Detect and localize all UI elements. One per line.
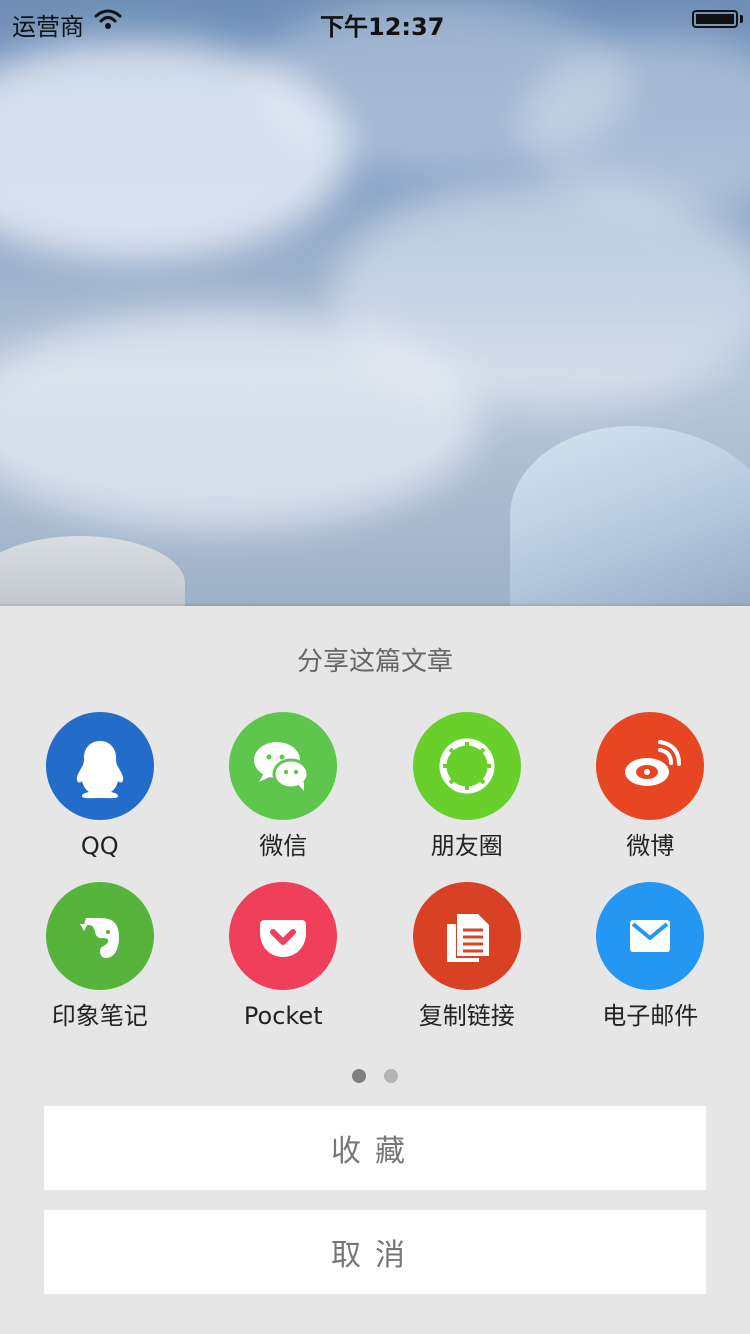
share-label-qq: QQ (80, 832, 119, 860)
wechat-icon[interactable] (229, 712, 338, 820)
share-option-moments[interactable]: 朋友圈 (375, 712, 559, 882)
battery-icon (692, 10, 738, 28)
share-option-evernote[interactable]: 印象笔记 (8, 882, 192, 1052)
status-bar: 运营商 下午12:37 (0, 0, 750, 41)
cancel-button[interactable]: 取消 (44, 1210, 706, 1294)
share-label-email: 电子邮件 (602, 1002, 699, 1030)
page-dot-inactive (384, 1069, 398, 1083)
carrier-label: 运营商 (12, 13, 84, 41)
share-label-pocket: Pocket (243, 1002, 323, 1030)
battery-level (696, 14, 734, 24)
moments-icon[interactable] (412, 712, 521, 820)
share-option-copy-link[interactable]: 复制链接 (375, 882, 559, 1052)
share-label-moments: 朋友圈 (430, 832, 503, 860)
share-label-wechat: 微信 (259, 832, 308, 860)
share-sheet-title: 分享这篇文章 (296, 647, 453, 677)
wifi-icon (94, 9, 122, 29)
share-option-weibo[interactable]: 微博 (559, 712, 743, 882)
weibo-icon[interactable] (596, 712, 705, 820)
share-options-grid: QQ 微信 朋友圈 微博 印象笔记 Pocket 复制链接 电子邮件 (8, 712, 742, 1052)
share-option-qq[interactable]: QQ (8, 712, 192, 882)
favorite-button[interactable]: 收藏 (44, 1106, 706, 1190)
page-dot-active (352, 1069, 366, 1083)
phone-screen: 运营商 下午12:37 分享这篇文章 QQ 微信 朋友圈 微博 印象笔记 Poc… (0, 0, 750, 1334)
status-time: 下午12:37 (320, 13, 445, 41)
share-option-pocket[interactable]: Pocket (192, 882, 376, 1052)
share-option-email[interactable]: 电子邮件 (559, 882, 743, 1052)
battery-nub (740, 15, 743, 23)
mail-icon[interactable] (596, 882, 705, 990)
copy-link-icon[interactable] (412, 882, 521, 990)
share-option-wechat[interactable]: 微信 (192, 712, 376, 882)
foreground-rock (0, 536, 185, 606)
ice-rock (510, 426, 750, 606)
pocket-icon[interactable] (229, 882, 338, 990)
page-indicator (0, 1069, 750, 1085)
share-label-evernote: 印象笔记 (51, 1002, 148, 1030)
share-label-weibo: 微博 (626, 832, 675, 860)
evernote-icon[interactable] (45, 882, 154, 990)
share-sheet: 分享这篇文章 QQ 微信 朋友圈 微博 印象笔记 Pocket 复制链接 电子邮… (0, 606, 750, 1334)
share-label-copy-link: 复制链接 (418, 1002, 515, 1030)
background-photo (0, 0, 750, 606)
qq-icon[interactable] (45, 712, 154, 820)
